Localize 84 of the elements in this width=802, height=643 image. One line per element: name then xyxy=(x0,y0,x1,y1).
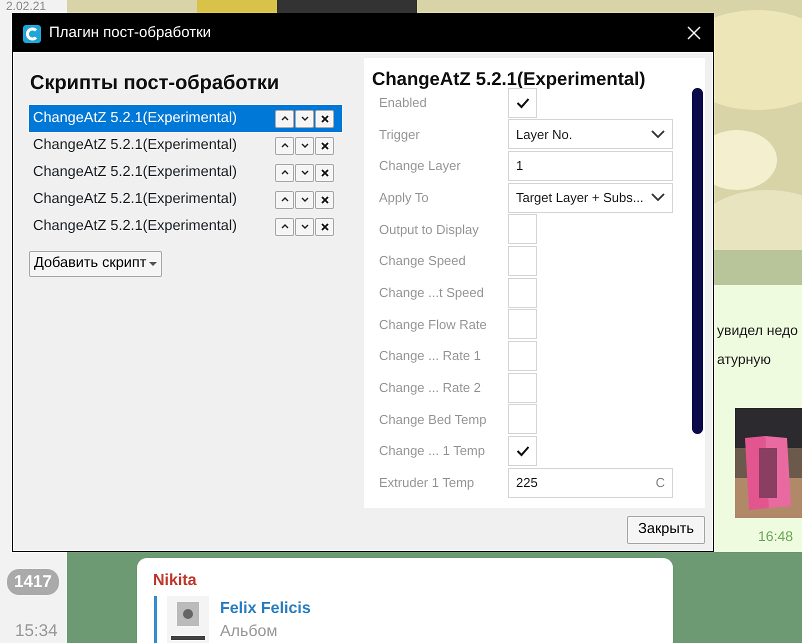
setting-label: Change Bed Temp xyxy=(379,410,488,429)
checkbox[interactable] xyxy=(508,278,537,308)
window-title: Плагин пост-обработки xyxy=(49,22,212,43)
input-field[interactable]: 225 C xyxy=(508,468,673,498)
panel-heading: Скрипты пост-обработки xyxy=(30,71,280,96)
move-up-button[interactable] xyxy=(275,164,294,182)
chevron-down-icon xyxy=(651,193,665,202)
move-down-button[interactable] xyxy=(295,110,314,128)
close-icon xyxy=(320,140,330,150)
setting-label: Change ... 1 Temp xyxy=(379,442,486,460)
remove-button[interactable] xyxy=(315,110,334,128)
close-icon xyxy=(687,26,701,40)
script-name: ChangeAtZ 5.2.1(Experimental) xyxy=(33,136,238,155)
input-field[interactable]: 1 xyxy=(508,150,673,181)
reply-title[interactable]: Felix Felicis xyxy=(220,597,311,621)
move-up-button[interactable] xyxy=(275,136,294,154)
chevron-down-icon xyxy=(300,168,310,178)
checkbox[interactable] xyxy=(508,404,537,434)
script-name: ChangeAtZ 5.2.1(Experimental) xyxy=(33,190,238,209)
close-dialog-button[interactable]: Закрыть xyxy=(627,516,705,544)
reply-subtitle: Альбом xyxy=(220,622,278,642)
message-text: увидел недо xyxy=(717,321,798,340)
add-script-button[interactable]: Добавить скрипт xyxy=(29,251,162,277)
close-icon xyxy=(320,194,330,204)
script-item[interactable]: ChangeAtZ 5.2.1(Experimental) xyxy=(29,105,342,132)
script-item[interactable]: ChangeAtZ 5.2.1(Experimental) xyxy=(29,159,342,186)
move-down-button[interactable] xyxy=(295,218,314,236)
move-up-button[interactable] xyxy=(275,110,294,128)
setting-label: Apply To xyxy=(379,188,430,207)
checkmark-icon xyxy=(516,445,530,458)
chevron-down-icon xyxy=(651,130,665,139)
script-item[interactable]: ChangeAtZ 5.2.1(Experimental) xyxy=(29,186,342,213)
remove-button[interactable] xyxy=(315,218,334,236)
move-up-button[interactable] xyxy=(275,218,294,236)
remove-button[interactable] xyxy=(315,136,334,154)
count-badge: 1417 xyxy=(7,569,59,594)
close-icon xyxy=(320,168,330,178)
checkbox[interactable] xyxy=(508,246,537,276)
dropdown[interactable]: Target Layer + Subs... xyxy=(508,182,673,213)
checkbox[interactable] xyxy=(508,309,537,340)
setting-label: Change Layer xyxy=(379,157,462,176)
script-item[interactable]: ChangeAtZ 5.2.1(Experimental) xyxy=(29,213,342,240)
setting-label: Extruder 1 Temp xyxy=(379,474,476,492)
sender-name: Nikita xyxy=(153,571,197,591)
close-button[interactable] xyxy=(685,24,703,42)
remove-button[interactable] xyxy=(315,164,334,182)
chevron-down-icon xyxy=(300,114,310,124)
message-text: атурную xyxy=(717,350,771,369)
dropdown[interactable]: Layer No. xyxy=(508,119,673,150)
setting-label: Change ... Rate 1 xyxy=(379,347,482,366)
app-logo-icon xyxy=(23,24,41,43)
scrollbar[interactable] xyxy=(692,88,703,434)
setting-label: Change ... Rate 2 xyxy=(379,379,482,398)
move-down-button[interactable] xyxy=(295,164,314,182)
script-name: ChangeAtZ 5.2.1(Experimental) xyxy=(33,216,238,236)
script-name: ChangeAtZ 5.2.1(Experimental) xyxy=(33,108,238,128)
setting-label: Enabled xyxy=(379,94,428,112)
close-icon xyxy=(320,222,330,232)
chevron-down-icon xyxy=(300,194,310,204)
date-label: 2.02.21 xyxy=(6,0,46,12)
checkbox[interactable] xyxy=(508,372,537,403)
move-down-button[interactable] xyxy=(295,190,314,208)
setting-label: Change Flow Rate xyxy=(379,316,488,334)
time-label: 15:34 xyxy=(15,620,58,642)
setting-label: Output to Display xyxy=(379,220,480,239)
checkmark-icon xyxy=(516,96,530,109)
script-item[interactable]: ChangeAtZ 5.2.1(Experimental) xyxy=(29,132,342,159)
script-name: ChangeAtZ 5.2.1(Experimental) xyxy=(33,162,238,182)
panel-heading: ChangeAtZ 5.2.1(Experimental) xyxy=(372,67,646,91)
move-down-button[interactable] xyxy=(295,136,314,154)
remove-button[interactable] xyxy=(315,190,334,208)
chevron-down-icon xyxy=(300,140,310,150)
reply-bar xyxy=(154,596,157,643)
move-up-button[interactable] xyxy=(275,190,294,208)
checkbox[interactable] xyxy=(508,436,537,466)
setting-label: Trigger xyxy=(379,126,421,144)
checkbox[interactable] xyxy=(508,88,537,118)
chevron-down-icon xyxy=(300,222,310,232)
setting-label: Change Speed xyxy=(379,252,467,270)
checkbox[interactable] xyxy=(508,214,537,244)
close-icon xyxy=(320,114,330,124)
time-label: 16:48 xyxy=(758,527,794,546)
setting-label: Change ...t Speed xyxy=(379,284,485,302)
checkbox[interactable] xyxy=(508,341,537,372)
